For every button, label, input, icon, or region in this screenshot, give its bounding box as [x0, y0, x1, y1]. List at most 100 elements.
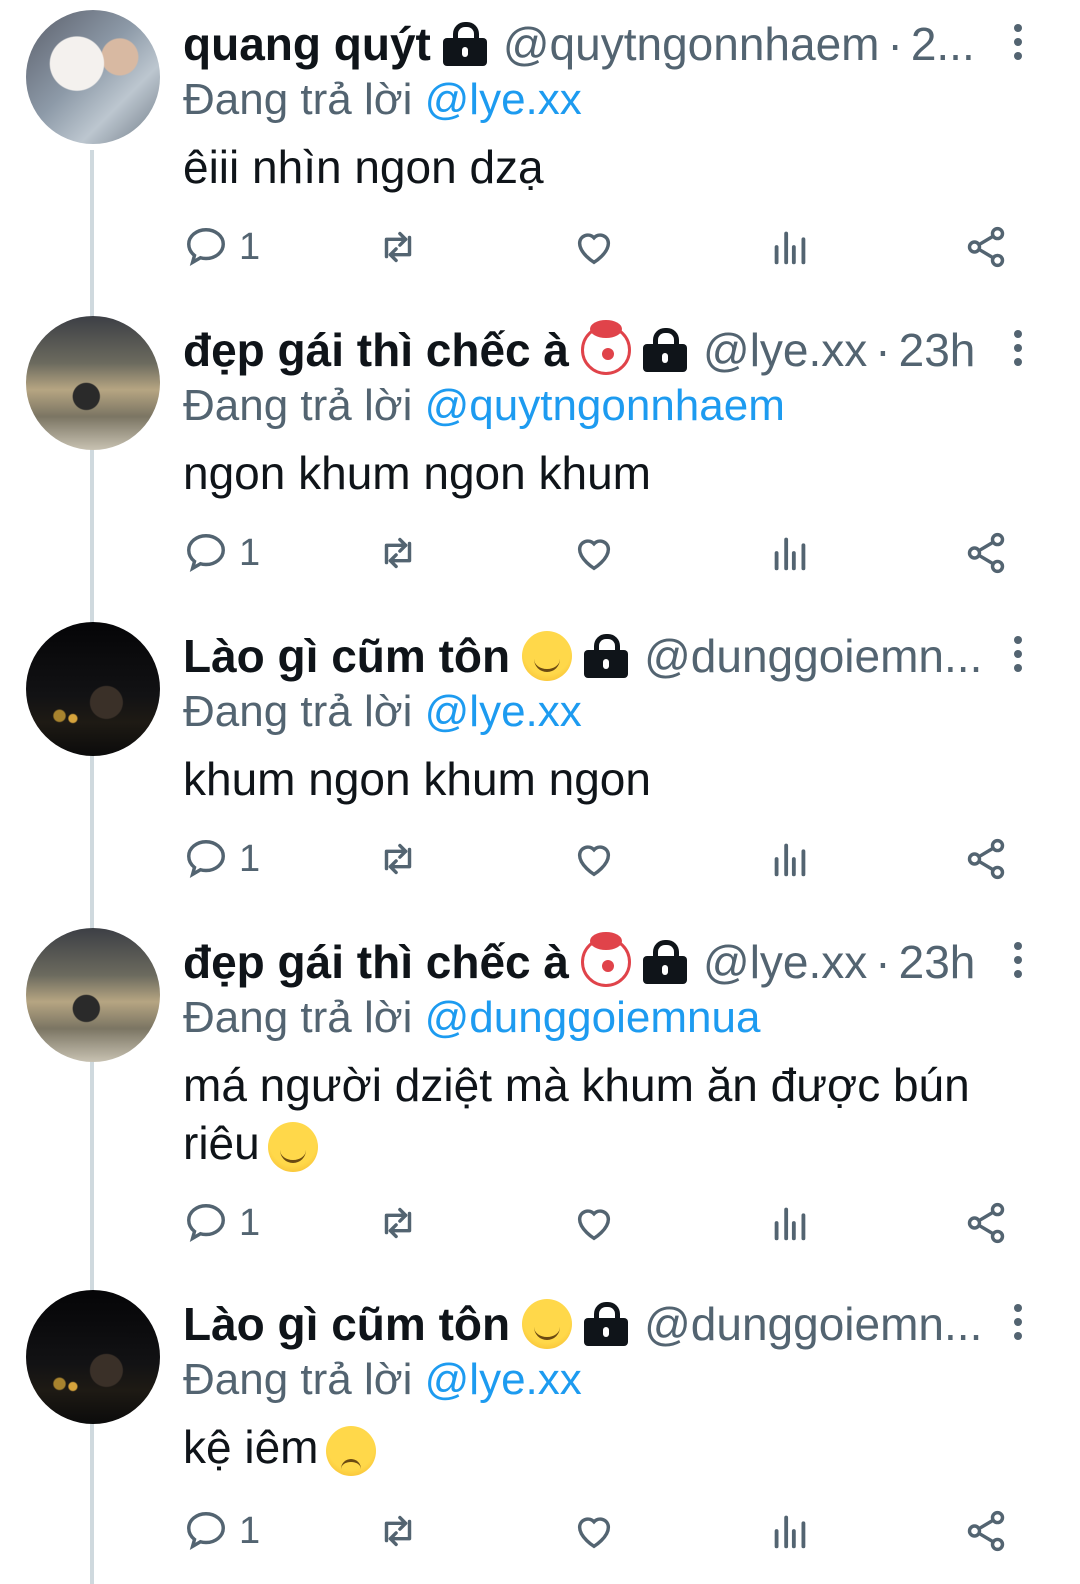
- timestamp[interactable]: 23h: [899, 932, 976, 992]
- like-button[interactable]: [571, 1506, 617, 1556]
- reply-count: 1: [239, 837, 261, 880]
- like-button[interactable]: [571, 528, 617, 578]
- tweet-text: kệ iêm: [183, 1418, 377, 1476]
- like-button[interactable]: [571, 834, 617, 884]
- share-icon: [967, 532, 1005, 574]
- avatar[interactable]: [26, 316, 160, 450]
- views-button[interactable]: [767, 222, 813, 272]
- tweet-actions: 1: [183, 1506, 1023, 1556]
- replying-label: Đang trả lời: [183, 687, 413, 736]
- reply-button[interactable]: 1: [183, 528, 260, 578]
- handle[interactable]: @quytngonnhaem: [503, 14, 880, 74]
- smiling-face-emoji: [522, 1299, 573, 1349]
- lock-icon: [643, 940, 687, 984]
- replying-to: Đang trả lời @quytngonnhaem: [183, 378, 785, 434]
- retweet-button[interactable]: [375, 528, 421, 578]
- replying-to: Đang trả lời @lye.xx: [183, 1352, 582, 1408]
- retweet-button[interactable]: [375, 1506, 421, 1556]
- avatar[interactable]: [26, 928, 160, 1062]
- replying-to: Đang trả lời @lye.xx: [183, 72, 582, 128]
- avatar[interactable]: [26, 1290, 160, 1424]
- timestamp[interactable]: 23h: [899, 320, 976, 380]
- reply-count: 1: [239, 1201, 261, 1244]
- reply-button[interactable]: 1: [183, 1506, 260, 1556]
- handle[interactable]: @lye.xx: [703, 320, 867, 380]
- speech-bubble-icon: [187, 228, 225, 266]
- tweet-header: đẹp gái thì chếc à @lye.xx · 23h: [183, 320, 975, 380]
- retweet-button[interactable]: [375, 1198, 421, 1248]
- more-options-icon[interactable]: [1014, 636, 1022, 678]
- tweet-text-content: khum ngon khum ngon: [183, 753, 651, 805]
- views-button[interactable]: [767, 1506, 813, 1556]
- display-name[interactable]: Lào gì cũm tôn: [183, 626, 510, 686]
- reply-button[interactable]: 1: [183, 834, 260, 884]
- share-button[interactable]: [963, 528, 1009, 578]
- bar-chart-icon: [774, 843, 806, 877]
- views-button[interactable]: [767, 1198, 813, 1248]
- display-name[interactable]: quang quýt: [183, 14, 431, 74]
- handle[interactable]: @dunggoiemn...: [644, 626, 982, 686]
- speech-bubble-icon: [187, 1204, 225, 1242]
- tweet[interactable]: đẹp gái thì chếc à @lye.xx · 23h Đang tr…: [0, 306, 1080, 606]
- mention-link[interactable]: @lye.xx: [425, 687, 582, 736]
- tweet-header: quang quýt @quytngonnhaem · 2...: [183, 14, 975, 74]
- tweet-text-line: riêu: [183, 1114, 970, 1172]
- handle[interactable]: @dunggoiemn...: [644, 1294, 982, 1354]
- tweet[interactable]: Lào gì cũm tôn @dunggoiemn... Đang trả l…: [0, 612, 1080, 912]
- tweet-text: ngon khum ngon khum: [183, 444, 651, 502]
- share-icon: [967, 1202, 1005, 1244]
- like-button[interactable]: [571, 222, 617, 272]
- retweet-icon: [384, 1207, 412, 1239]
- retweet-icon: [384, 231, 412, 263]
- mention-link[interactable]: @lye.xx: [425, 75, 582, 124]
- reply-button[interactable]: 1: [183, 222, 260, 272]
- more-options-icon[interactable]: [1014, 330, 1022, 372]
- handle[interactable]: @lye.xx: [703, 932, 867, 992]
- avatar[interactable]: [26, 10, 160, 144]
- tweet[interactable]: Lào gì cũm tôn @dunggoiemn... Đang trả l…: [0, 1280, 1080, 1584]
- avatar[interactable]: [26, 622, 160, 756]
- speech-bubble-icon: [187, 1512, 225, 1550]
- share-button[interactable]: [963, 1506, 1009, 1556]
- views-button[interactable]: [767, 528, 813, 578]
- more-options-icon[interactable]: [1014, 942, 1022, 984]
- share-button[interactable]: [963, 222, 1009, 272]
- views-button[interactable]: [767, 834, 813, 884]
- tweet[interactable]: quang quýt @quytngonnhaem · 2... Đang tr…: [0, 0, 1080, 300]
- display-name[interactable]: đẹp gái thì chếc à: [183, 320, 569, 380]
- tweet-header: Lào gì cũm tôn @dunggoiemn...: [183, 626, 982, 686]
- tweet-text-line-content: riêu: [183, 1117, 260, 1169]
- heart-icon: [577, 233, 611, 265]
- like-button[interactable]: [571, 1198, 617, 1248]
- mention-link[interactable]: @lye.xx: [425, 1355, 582, 1404]
- mention-link[interactable]: @quytngonnhaem: [425, 381, 785, 430]
- more-options-icon[interactable]: [1014, 1304, 1022, 1346]
- reply-button[interactable]: 1: [183, 1198, 260, 1248]
- retweet-button[interactable]: [375, 834, 421, 884]
- display-name[interactable]: đẹp gái thì chếc à: [183, 932, 569, 992]
- retweet-button[interactable]: [375, 222, 421, 272]
- mention-link[interactable]: @dunggoiemnua: [425, 993, 761, 1042]
- bar-chart-icon: [774, 1207, 806, 1241]
- retweet-icon: [384, 843, 412, 875]
- clown-face-emoji: [581, 320, 631, 375]
- tweet-actions: 1: [183, 222, 1023, 272]
- tweet-header: đẹp gái thì chếc à @lye.xx · 23h: [183, 932, 975, 992]
- tweet-text: êiii nhìn ngon dzạ: [183, 138, 544, 196]
- tweet-text: khum ngon khum ngon: [183, 750, 651, 808]
- tweet-header: Lào gì cũm tôn @dunggoiemn...: [183, 1294, 982, 1354]
- heart-icon: [577, 845, 611, 877]
- reply-count: 1: [239, 531, 261, 574]
- tweet-text: má người dziệt mà khum ăn được bún riêu: [183, 1056, 970, 1172]
- share-button[interactable]: [963, 1198, 1009, 1248]
- share-button[interactable]: [963, 834, 1009, 884]
- lock-icon: [584, 634, 629, 678]
- lock-icon: [584, 1302, 629, 1346]
- more-options-icon[interactable]: [1014, 24, 1022, 66]
- display-name[interactable]: Lào gì cũm tôn: [183, 1294, 510, 1354]
- replying-label: Đang trả lời: [183, 75, 413, 124]
- timestamp[interactable]: 2...: [911, 14, 975, 74]
- speech-bubble-icon: [187, 534, 225, 572]
- tweet[interactable]: đẹp gái thì chếc à @lye.xx · 23h Đang tr…: [0, 918, 1080, 1278]
- replying-to: Đang trả lời @lye.xx: [183, 684, 582, 740]
